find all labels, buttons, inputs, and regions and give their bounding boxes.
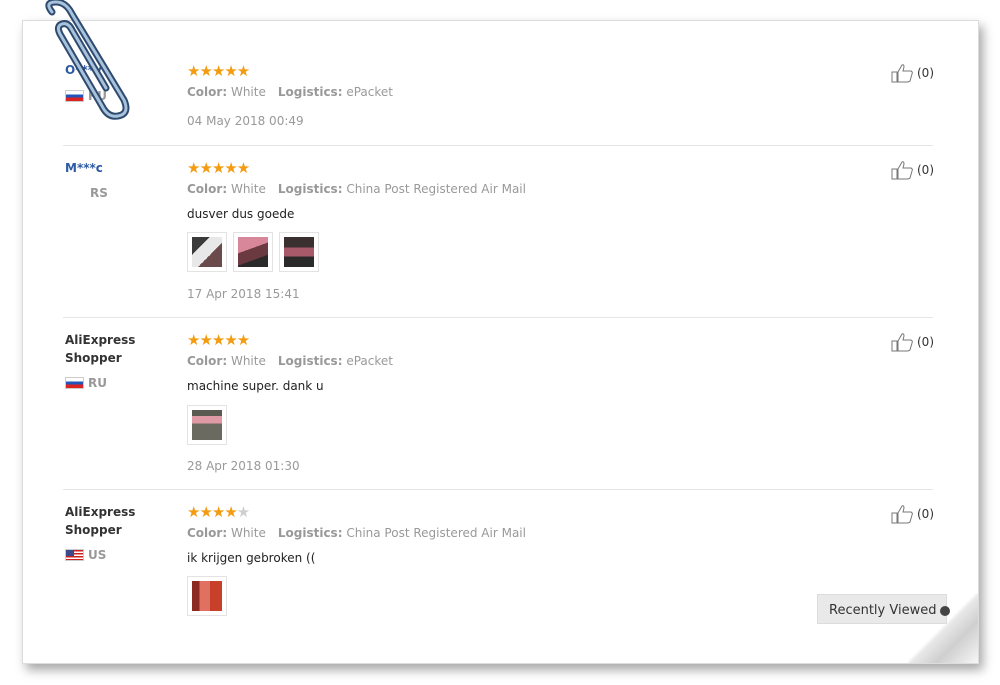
review-photo[interactable] <box>187 232 227 272</box>
helpful-count: (0) <box>917 163 934 177</box>
star-icons: ★★★★ <box>187 503 238 521</box>
order-info: Color: White Logistics: China Post Regist… <box>187 526 526 540</box>
country-code: US <box>88 548 107 562</box>
helpful-button[interactable]: (0) <box>891 160 934 180</box>
rating-stars: ★★★★★ <box>187 159 250 177</box>
logistics-value: China Post Registered Air Mail <box>346 182 526 196</box>
reviewer-name: AliExpress Shopper <box>65 505 136 537</box>
review-date: 17 Apr 2018 15:41 <box>187 287 300 301</box>
review-panel: O***v RU ★★★★★ Color: White Logistics: eP… <box>22 20 979 664</box>
thumbs-up-icon[interactable] <box>891 160 915 180</box>
review-date: 04 May 2018 00:49 <box>187 114 304 128</box>
review-photos <box>187 232 319 272</box>
review-photos <box>187 405 227 445</box>
color-value: White <box>230 85 266 99</box>
review-date: 28 Apr 2018 01:30 <box>187 459 300 473</box>
reviewer-country: RS <box>90 186 108 200</box>
review-comment: machine super. dank u <box>187 379 324 393</box>
star-icons: ★★★★★ <box>187 62 250 80</box>
logistics-label: Logistics: <box>277 354 343 368</box>
rating-stars: ★★★★★ <box>187 62 250 80</box>
review-photo[interactable] <box>233 232 273 272</box>
russia-flag-icon <box>65 377 84 389</box>
divider <box>63 145 933 146</box>
review-photo[interactable] <box>187 576 227 616</box>
color-value: White <box>230 526 266 540</box>
review-photo[interactable] <box>187 405 227 445</box>
thumbs-up-icon[interactable] <box>891 504 915 524</box>
logistics-label: Logistics: <box>277 526 343 540</box>
rating-stars: ★★★★★ <box>187 331 250 349</box>
logistics-value: ePacket <box>346 354 393 368</box>
review-photo[interactable] <box>279 232 319 272</box>
country-code: RS <box>90 186 108 200</box>
review-photos <box>187 576 227 616</box>
reviewer-name: AliExpress Shopper <box>65 333 136 365</box>
color-value: White <box>230 182 266 196</box>
thumbs-up-icon[interactable] <box>891 332 915 352</box>
color-label: Color: <box>187 182 228 196</box>
paperclip-icon <box>45 0 130 120</box>
logistics-label: Logistics: <box>277 85 343 99</box>
star-icons: ★★★★★ <box>187 331 250 349</box>
country-code: RU <box>88 376 107 390</box>
logistics-label: Logistics: <box>277 182 343 196</box>
helpful-button[interactable]: (0) <box>891 332 934 352</box>
helpful-count: (0) <box>917 66 934 80</box>
review-comment: dusver dus goede <box>187 207 295 221</box>
star-icons: ★★★★★ <box>187 159 250 177</box>
color-label: Color: <box>187 354 228 368</box>
helpful-count: (0) <box>917 335 934 349</box>
star-empty-icon: ★ <box>236 503 250 521</box>
order-info: Color: White Logistics: China Post Regist… <box>187 182 526 196</box>
logistics-value: China Post Registered Air Mail <box>346 526 526 540</box>
logistics-value: ePacket <box>346 85 393 99</box>
rating-stars: ★★★★★ <box>187 503 250 521</box>
thumbs-up-icon[interactable] <box>891 63 915 83</box>
reviewer-country: US <box>65 548 106 562</box>
divider <box>63 489 933 490</box>
page-curl <box>908 593 978 663</box>
order-info: Color: White Logistics: ePacket <box>187 85 393 99</box>
review-comment: ik krijgen gebroken (( <box>187 551 316 565</box>
order-info: Color: White Logistics: ePacket <box>187 354 393 368</box>
color-label: Color: <box>187 526 228 540</box>
reviewer-country: RU <box>65 376 107 390</box>
helpful-button[interactable]: (0) <box>891 504 934 524</box>
reviewer-name[interactable]: M***c <box>65 159 103 177</box>
divider <box>63 317 933 318</box>
us-flag-icon <box>65 549 84 561</box>
helpful-button[interactable]: (0) <box>891 63 934 83</box>
color-label: Color: <box>187 85 228 99</box>
helpful-count: (0) <box>917 507 934 521</box>
color-value: White <box>230 354 266 368</box>
